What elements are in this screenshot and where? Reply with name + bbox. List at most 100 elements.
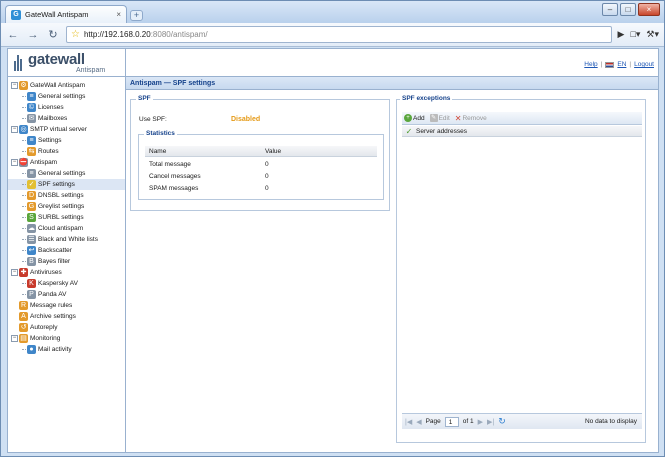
sidebar-item[interactable]: ≡ General settings bbox=[8, 91, 125, 102]
sidebar-item[interactable]: ✉ Mailboxes bbox=[8, 113, 125, 124]
settings-icon: ≡ bbox=[27, 169, 36, 178]
browser-toolbar: ← → ↻ ☆ http://192.168.0.20:8080/antispa… bbox=[1, 23, 664, 47]
sidebar-item[interactable]: ☁ Cloud antispam bbox=[8, 223, 125, 234]
logo: gatewall Antispam bbox=[8, 49, 125, 77]
sidebar-item[interactable]: G Greylist settings bbox=[8, 201, 125, 212]
sidebar-item[interactable]: ✓ SPF settings bbox=[8, 179, 125, 190]
sidebar-item-label: Licenses bbox=[38, 104, 64, 111]
edit-button[interactable]: ✎ Edit bbox=[429, 114, 450, 122]
collapse-toggle-icon[interactable]: − bbox=[11, 269, 18, 276]
list-icon: ☰ bbox=[27, 235, 36, 244]
activity-icon: ● bbox=[27, 345, 36, 354]
cloud-icon: ☁ bbox=[27, 224, 36, 233]
tab-close-icon[interactable]: × bbox=[116, 10, 121, 19]
spf-exceptions-fieldset: SPF exceptions + Add ✎ Edit ✕ Remove ✓ S… bbox=[396, 95, 646, 443]
sidebar-item[interactable]: K Kaspersky AV bbox=[8, 278, 125, 289]
prev-page-icon[interactable]: ◀ bbox=[416, 418, 421, 426]
sidebar-item[interactable]: ↺ Autoreply bbox=[8, 322, 125, 333]
settings-icon: ≡ bbox=[27, 136, 36, 145]
browser-tab[interactable]: G GateWall Antispam × bbox=[5, 5, 127, 23]
exceptions-legend: SPF exceptions bbox=[400, 95, 453, 102]
sidebar-item-label: Routes bbox=[38, 148, 59, 155]
wrench-menu-icon[interactable]: ⚒▾ bbox=[646, 29, 659, 40]
maximize-button[interactable]: □ bbox=[620, 3, 636, 16]
sidebar-item-label: Archive settings bbox=[30, 313, 76, 320]
sidebar-item[interactable]: P Panda AV bbox=[8, 289, 125, 300]
sidebar-item[interactable]: S SURBL settings bbox=[8, 212, 125, 223]
sidebar-item[interactable]: B Bayes filter bbox=[8, 256, 125, 267]
sidebar-item-label: Black and White lists bbox=[38, 236, 98, 243]
sidebar-item[interactable]: ● Mail activity bbox=[8, 344, 125, 355]
sidebar-item[interactable]: − ⛔ Antispam bbox=[8, 157, 125, 168]
help-link[interactable]: Help bbox=[584, 61, 597, 68]
first-page-icon[interactable]: |◀ bbox=[405, 418, 412, 426]
last-page-icon[interactable]: ▶| bbox=[487, 418, 494, 426]
play-icon[interactable]: ▶ bbox=[618, 29, 625, 40]
collapse-toggle-icon[interactable]: − bbox=[11, 126, 18, 133]
greylist-icon: G bbox=[27, 202, 36, 211]
col-server-addresses[interactable]: Server addresses bbox=[416, 128, 467, 135]
sidebar-item[interactable]: ⇆ Routes bbox=[8, 146, 125, 157]
refresh-icon[interactable]: ↻ bbox=[498, 416, 506, 427]
dnsbl-icon: D bbox=[27, 191, 36, 200]
collapse-toggle-icon[interactable]: − bbox=[11, 335, 18, 342]
panda-icon: P bbox=[27, 290, 36, 299]
sidebar-item-label: Panda AV bbox=[38, 291, 67, 298]
main-area: Help | EN | Logout Antispam — SPF settin… bbox=[126, 49, 658, 452]
remove-button[interactable]: ✕ Remove bbox=[455, 114, 487, 123]
sidebar-item[interactable]: ≡ Settings bbox=[8, 135, 125, 146]
sidebar-item-label: SPF settings bbox=[38, 181, 75, 188]
forward-arrow-icon[interactable]: → bbox=[26, 28, 40, 42]
sidebar-item-label: Antiviruses bbox=[30, 269, 62, 276]
logo-bars-icon bbox=[14, 53, 24, 71]
pager: |◀ ◀ Page 1 of 1 ▶ ▶| ↻ No data to displ… bbox=[402, 413, 642, 429]
settings-icon: ≡ bbox=[27, 92, 36, 101]
edit-icon: ✎ bbox=[429, 114, 438, 122]
sidebar-item[interactable]: © Licenses bbox=[8, 102, 125, 113]
spf-icon: ✓ bbox=[27, 180, 36, 189]
sidebar-item[interactable]: ↩ Backscatter bbox=[8, 245, 125, 256]
sidebar-item[interactable]: − ✚ Antiviruses bbox=[8, 267, 125, 278]
sidebar-item[interactable]: ≡ General settings bbox=[8, 168, 125, 179]
exceptions-toolbar: + Add ✎ Edit ✕ Remove bbox=[402, 112, 642, 125]
sidebar-item[interactable]: R Message rules bbox=[8, 300, 125, 311]
flag-en-icon[interactable] bbox=[605, 61, 615, 68]
sidebar-item[interactable]: − ◎ SMTP virtual server bbox=[8, 124, 125, 135]
checkmark-icon[interactable]: ✓ bbox=[402, 127, 416, 136]
collapse-toggle-icon[interactable]: − bbox=[11, 159, 18, 166]
add-button[interactable]: + Add bbox=[404, 114, 425, 122]
sidebar-item-label: Greylist settings bbox=[38, 203, 85, 210]
minimize-button[interactable]: – bbox=[602, 3, 618, 16]
address-bar[interactable]: ☆ http://192.168.0.20:8080/antispam/ bbox=[66, 26, 612, 43]
surbl-icon: S bbox=[27, 213, 36, 222]
back-arrow-icon[interactable]: ← bbox=[6, 28, 20, 42]
next-page-icon[interactable]: ▶ bbox=[478, 418, 483, 426]
license-icon: © bbox=[27, 103, 36, 112]
pager-status: No data to display bbox=[584, 418, 637, 425]
sidebar-item-label: Kaspersky AV bbox=[38, 280, 78, 287]
sidebar-item[interactable]: D DNSBL settings bbox=[8, 190, 125, 201]
sidebar-item[interactable]: ☰ Black and White lists bbox=[8, 234, 125, 245]
sidebar: gatewall Antispam − ⚙ GateWall Antispam ≡ Ge… bbox=[8, 49, 126, 452]
page-input[interactable]: 1 bbox=[444, 416, 459, 427]
new-tab-button[interactable]: + bbox=[130, 10, 143, 21]
sidebar-item[interactable]: A Archive settings bbox=[8, 311, 125, 322]
use-spf-status[interactable]: Disabled bbox=[231, 116, 260, 123]
add-icon: + bbox=[404, 114, 412, 122]
page-menu-icon[interactable]: □▾ bbox=[630, 29, 640, 40]
remove-icon: ✕ bbox=[454, 113, 462, 123]
bookmark-star-icon[interactable]: ☆ bbox=[71, 29, 80, 40]
sidebar-item-label: SMTP virtual server bbox=[30, 126, 87, 133]
language-link[interactable]: EN bbox=[617, 61, 626, 68]
gear-icon: ⚙ bbox=[19, 81, 28, 90]
sidebar-item[interactable]: − ▤ Monitoring bbox=[8, 333, 125, 344]
sidebar-item-label: DNSBL settings bbox=[38, 192, 84, 199]
sidebar-item-label: General settings bbox=[38, 170, 86, 177]
logout-link[interactable]: Logout bbox=[634, 61, 654, 68]
sidebar-item-label: Message rules bbox=[30, 302, 73, 309]
collapse-toggle-icon[interactable]: − bbox=[11, 82, 18, 89]
sidebar-item[interactable]: − ⚙ GateWall Antispam bbox=[8, 80, 125, 91]
sidebar-item-label: Bayes filter bbox=[38, 258, 71, 265]
reload-icon[interactable]: ↻ bbox=[46, 28, 60, 42]
close-window-button[interactable]: × bbox=[638, 3, 660, 16]
